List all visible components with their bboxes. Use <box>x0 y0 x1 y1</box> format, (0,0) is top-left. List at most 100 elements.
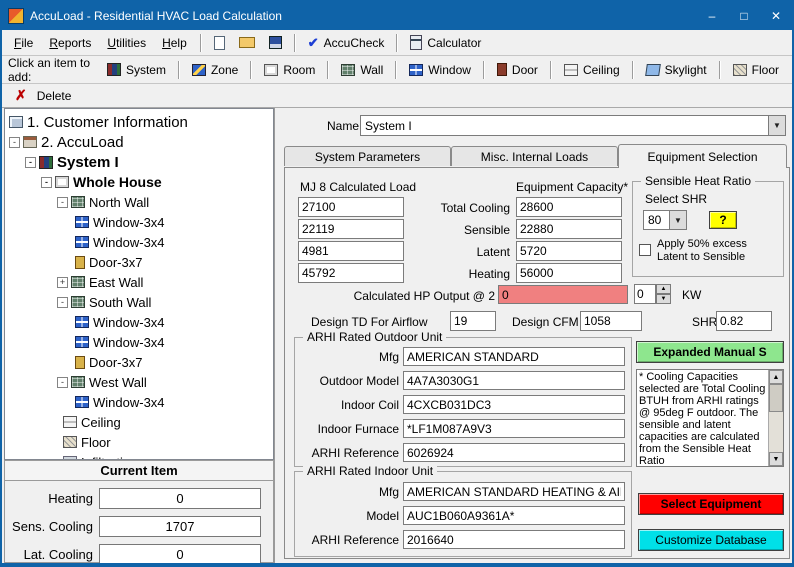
tree-item-accuload[interactable]: - 2. AccuLoad <box>5 132 273 152</box>
tree-item-window[interactable]: Window-3x4 <box>5 232 273 252</box>
add-system-button[interactable]: System <box>100 61 173 79</box>
open-button[interactable] <box>232 35 262 50</box>
mj8-sensible-input[interactable] <box>298 219 404 239</box>
sensible-heat-ratio-group: Sensible Heat Ratio Select SHR 80 ▼ ? Ap… <box>632 174 784 277</box>
indoor-furnace-label: Indoor Furnace <box>317 422 399 436</box>
customize-database-button[interactable]: Customize Database <box>638 529 784 551</box>
add-zone-button[interactable]: Zone <box>185 61 245 79</box>
tree-collapse-icon[interactable]: - <box>25 156 36 168</box>
add-floor-button[interactable]: Floor <box>726 61 786 79</box>
spinner-up-button[interactable]: ▲ <box>656 284 671 294</box>
minimize-button[interactable]: – <box>696 2 728 30</box>
tree-item-door[interactable]: Door-3x7 <box>5 352 273 372</box>
tree-item-door[interactable]: Door-3x7 <box>5 252 273 272</box>
tree-item-ceiling[interactable]: Ceiling <box>5 412 273 432</box>
spinner-down-button[interactable]: ▼ <box>656 294 671 304</box>
add-window-button[interactable]: Window <box>402 61 478 79</box>
tree-item-window[interactable]: Window-3x4 <box>5 332 273 352</box>
outdoor-model-input[interactable] <box>403 371 625 390</box>
tree-item-floor[interactable]: Floor <box>5 432 273 452</box>
tree-item-south-wall[interactable]: - South Wall <box>5 292 273 312</box>
menu-reports[interactable]: Reports <box>41 33 99 53</box>
shr-combobox[interactable]: 80 ▼ <box>643 210 687 230</box>
note-scrollbar[interactable]: ▲ ▼ <box>768 370 783 466</box>
tree-item-customer-information[interactable]: 1. Customer Information <box>5 112 273 132</box>
hp-output-field[interactable] <box>498 285 628 304</box>
tree-item-east-wall[interactable]: + East Wall <box>5 272 273 292</box>
scrollbar-thumb[interactable] <box>769 384 783 412</box>
tree-collapse-icon[interactable]: - <box>41 176 52 188</box>
outdoor-arhi-reference-input[interactable] <box>403 443 625 462</box>
mj8-total-cooling-input[interactable] <box>298 197 404 217</box>
tree-item-label: System I <box>57 153 119 171</box>
tree-item-window[interactable]: Window-3x4 <box>5 312 273 332</box>
add-skylight-button[interactable]: Skylight <box>639 61 714 79</box>
capacity-total-cooling-input[interactable] <box>516 197 622 217</box>
select-equipment-button[interactable]: Select Equipment <box>638 493 784 515</box>
new-button[interactable] <box>207 34 232 52</box>
delete-icon: ✗ <box>15 87 27 103</box>
tree-expand-icon[interactable]: + <box>57 276 68 288</box>
tab-equipment-selection[interactable]: Equipment Selection <box>618 144 787 168</box>
tree-item-system-i[interactable]: - System I <box>5 152 273 172</box>
indoor-mfg-input[interactable] <box>403 482 625 501</box>
scroll-up-button[interactable]: ▲ <box>769 370 783 384</box>
capacity-heating-input[interactable] <box>516 263 622 283</box>
menu-help[interactable]: Help <box>154 33 195 53</box>
tree-collapse-icon[interactable]: - <box>57 376 68 388</box>
save-button[interactable] <box>262 34 289 51</box>
close-button[interactable]: ✕ <box>760 2 792 30</box>
tree-item-infiltration[interactable]: Infiltration <box>5 452 273 459</box>
kw-spinner-input[interactable] <box>634 284 656 304</box>
tree-item-window[interactable]: Window-3x4 <box>5 212 273 232</box>
room-icon <box>264 63 279 76</box>
tree-item-window[interactable]: Window-3x4 <box>5 392 273 412</box>
add-toolbar: Click an item to add: System Zone Room W… <box>2 56 792 84</box>
outdoor-mfg-input[interactable] <box>403 347 625 366</box>
capacity-sensible-input[interactable] <box>516 219 622 239</box>
capacity-latent-input[interactable] <box>516 241 622 261</box>
indoor-coil-input[interactable] <box>403 395 625 414</box>
tree-collapse-icon[interactable]: - <box>9 136 20 148</box>
hp-output-label: Calculated HP Output @ 2 <box>353 289 495 303</box>
tree-item-north-wall[interactable]: - North Wall <box>5 192 273 212</box>
shr-input[interactable] <box>716 311 772 331</box>
accucheck-button[interactable]: ✔ AccuCheck <box>301 33 392 53</box>
window-icon <box>75 216 89 228</box>
tab-misc-internal-loads[interactable]: Misc. Internal Loads <box>451 146 618 166</box>
scroll-down-button[interactable]: ▼ <box>769 452 783 466</box>
calculator-button[interactable]: Calculator <box>403 33 488 52</box>
apply-excess-checkbox[interactable] <box>639 244 651 256</box>
heating-label: Heating <box>468 267 510 281</box>
tree-collapse-icon[interactable]: - <box>57 196 68 208</box>
add-window-label: Window <box>428 62 471 77</box>
system-name-combobox[interactable]: System I ▼ <box>360 115 786 136</box>
indoor-arhi-reference-input[interactable] <box>403 530 625 549</box>
shr-help-button[interactable]: ? <box>709 211 737 229</box>
indoor-model-input[interactable] <box>403 506 625 525</box>
expanded-manual-s-button[interactable]: Expanded Manual S <box>636 341 784 363</box>
design-cfm-input[interactable] <box>580 311 642 331</box>
tree-item-whole-house[interactable]: - Whole House <box>5 172 273 192</box>
maximize-button[interactable]: □ <box>728 2 760 30</box>
mj8-latent-input[interactable] <box>298 241 404 261</box>
menu-utilities[interactable]: Utilities <box>99 33 154 53</box>
dropdown-button[interactable]: ▼ <box>768 116 785 135</box>
menu-file[interactable]: File <box>6 33 41 53</box>
add-ceiling-button[interactable]: Ceiling <box>557 61 627 79</box>
tree-item-west-wall[interactable]: - West Wall <box>5 372 273 392</box>
dropdown-button[interactable]: ▼ <box>669 211 686 229</box>
mj8-heating-input[interactable] <box>298 263 404 283</box>
ceiling-icon <box>563 63 578 76</box>
design-td-input[interactable] <box>450 311 496 331</box>
add-room-button[interactable]: Room <box>257 61 322 79</box>
tree-item-label: South Wall <box>89 294 152 310</box>
add-door-button[interactable]: Door <box>490 61 545 79</box>
delete-button[interactable]: ✗ Delete <box>8 85 78 106</box>
indoor-furnace-input[interactable] <box>403 419 625 438</box>
indoor-model-label: Model <box>366 509 399 523</box>
indoor-arhi-reference-label: ARHI Reference <box>311 533 399 547</box>
tab-system-parameters[interactable]: System Parameters <box>284 146 451 166</box>
add-wall-button[interactable]: Wall <box>334 61 390 79</box>
tree-collapse-icon[interactable]: - <box>57 296 68 308</box>
